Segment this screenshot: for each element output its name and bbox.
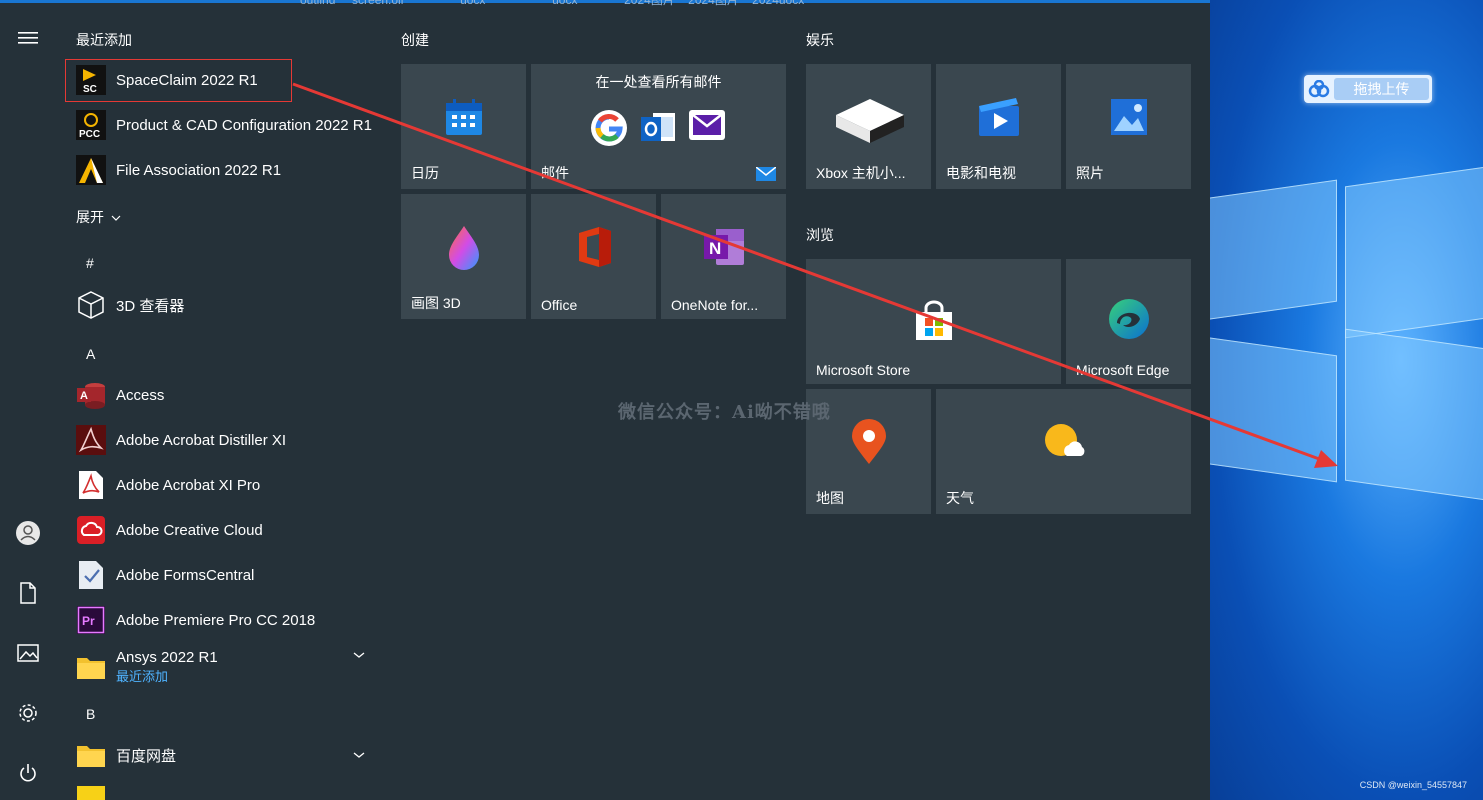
red-arrow-annotation xyxy=(292,82,1338,468)
